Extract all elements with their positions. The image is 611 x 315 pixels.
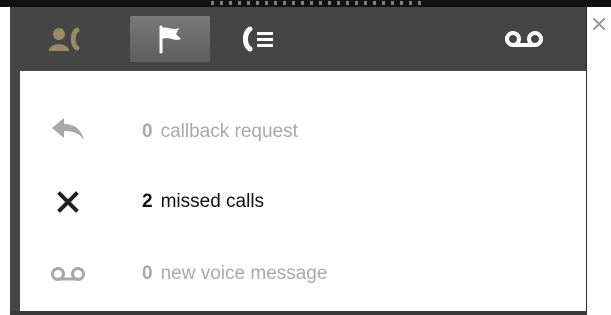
right-margin xyxy=(587,7,611,315)
notification-panel: 0 callback request 2 missed calls 0new v… xyxy=(10,7,587,311)
missed-label: missed calls xyxy=(160,191,265,212)
missed-count: 2 xyxy=(142,191,153,212)
call-log-icon xyxy=(243,26,273,52)
notification-popup-window: 0 callback request 2 missed calls 0new v… xyxy=(0,0,611,315)
contacts-icon xyxy=(49,27,80,51)
tab-notifications[interactable] xyxy=(130,16,210,62)
missed-calls-row[interactable]: 2 missed calls xyxy=(20,172,586,232)
tab-contacts[interactable] xyxy=(40,16,96,62)
close-icon[interactable] xyxy=(592,17,606,31)
voice-message-row[interactable]: 0 new voice message xyxy=(20,244,586,304)
tab-call-log[interactable] xyxy=(232,16,288,62)
voicemail-icon xyxy=(505,31,543,47)
callback-count: 0 xyxy=(142,121,153,142)
voice-message-text: 0 new voice message xyxy=(142,262,327,286)
tab-bar xyxy=(10,7,586,71)
missed-calls-text: 2 missed calls xyxy=(142,190,264,214)
callback-request-text: 0 callback request xyxy=(142,120,298,144)
panel-bottom-edge xyxy=(10,311,587,315)
top-strip-dots xyxy=(211,1,421,5)
reply-arrow-icon xyxy=(52,118,84,140)
notification-list: 0 callback request 2 missed calls 0new v… xyxy=(20,71,586,311)
tab-voicemail[interactable] xyxy=(494,16,554,62)
callback-request-row[interactable]: 0 callback request xyxy=(20,102,586,162)
top-strip xyxy=(0,0,611,7)
flag-icon xyxy=(159,25,181,54)
voicemail-label: new voice message xyxy=(160,263,328,284)
voicemail-icon xyxy=(51,267,85,281)
voicemail-count: 0 xyxy=(142,263,153,284)
callback-label: callback request xyxy=(160,121,298,142)
missed-call-x-icon xyxy=(57,191,79,213)
